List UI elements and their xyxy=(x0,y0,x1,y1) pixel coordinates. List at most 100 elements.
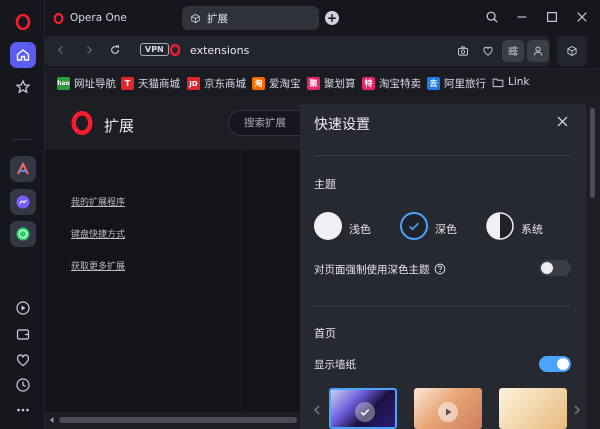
scrollbar-thumb[interactable] xyxy=(590,108,595,198)
reload-icon[interactable] xyxy=(109,44,121,59)
hao-icon: hao xyxy=(57,77,70,90)
nav-keyboard-shortcuts[interactable]: 键盘快捷方式 xyxy=(71,227,125,240)
snapshot-icon[interactable] xyxy=(457,45,469,60)
wallpaper-thumb-2[interactable] xyxy=(414,388,482,429)
player-icon[interactable] xyxy=(10,295,36,321)
bookmark-item[interactable]: Link xyxy=(492,76,530,88)
cube-icon xyxy=(567,45,577,57)
theme-heading: 主题 xyxy=(314,178,336,191)
alitrip-icon: 去 xyxy=(427,77,440,90)
selected-check-icon xyxy=(355,402,375,422)
vertical-scrollbar[interactable] xyxy=(586,96,600,429)
wallpaper-thumb-3[interactable] xyxy=(499,388,567,429)
search-tabs-icon[interactable] xyxy=(485,10,499,27)
checkmark-icon xyxy=(409,222,419,231)
force-dark-label: 对页面强制使用深色主题 xyxy=(314,264,430,276)
play-icon xyxy=(438,402,458,422)
taobao-icon: 淘 xyxy=(252,77,265,90)
bookmark-item[interactable]: hao 网址导航 xyxy=(57,76,116,91)
star-icon[interactable] xyxy=(10,74,36,100)
new-tab-button[interactable]: + xyxy=(325,11,339,25)
page-title: 扩展 xyxy=(104,117,135,135)
bookmark-heart-icon[interactable] xyxy=(482,45,494,60)
bookmark-label: 爱淘宝 xyxy=(269,78,301,90)
extensions-header: 扩展 搜索扩展 xyxy=(45,96,308,150)
url-text[interactable]: extensions xyxy=(190,44,249,57)
bookmark-label: 阿里旅行 xyxy=(444,78,486,90)
folder-icon xyxy=(492,78,504,87)
divider xyxy=(314,155,571,156)
bookmark-label: 网址导航 xyxy=(74,78,116,90)
extensions-button[interactable] xyxy=(557,36,587,66)
wallpaper-label: 显示墙纸 xyxy=(314,359,356,371)
theme-dark-option[interactable] xyxy=(400,212,428,240)
nav-get-more-extensions[interactable]: 获取更多扩展 xyxy=(71,259,125,272)
bookmark-item[interactable]: JD 京东商城 xyxy=(187,76,246,91)
bookmark-label: 聚划算 xyxy=(324,78,356,90)
extensions-nav: 我的扩展程序 键盘快捷方式 获取更多扩展 xyxy=(45,150,240,412)
bookmark-item[interactable]: 去阿里旅行 xyxy=(427,76,486,91)
forward-icon[interactable] xyxy=(83,44,95,59)
temai-icon: 特 xyxy=(362,77,375,90)
quick-settings-panel: 快速设置 主题 浅色 深色 系统 对页面强制使用深色主题 首页 显示墙纸 xyxy=(300,104,586,429)
bookmark-label: 淘宝特卖 xyxy=(379,78,421,90)
bookmark-item[interactable]: T 天猫商城 xyxy=(121,76,180,91)
wallpaper-prev-icon[interactable] xyxy=(313,405,321,418)
search-extensions-input[interactable]: 搜索扩展 xyxy=(228,110,308,136)
tab-opera-one[interactable]: Opera One xyxy=(53,8,178,28)
profile-icon[interactable] xyxy=(527,40,549,62)
aria-icon[interactable] xyxy=(10,156,36,182)
opera-menu-icon[interactable] xyxy=(10,9,36,35)
minimize-icon[interactable] xyxy=(515,10,529,27)
easy-setup-icon[interactable] xyxy=(502,40,524,62)
tab-label: 扩展 xyxy=(207,12,228,25)
scrollbar-thumb[interactable] xyxy=(59,417,297,423)
messenger-icon[interactable] xyxy=(10,189,36,215)
bookmark-item[interactable]: 特淘宝特卖 xyxy=(362,76,421,91)
theme-system-option[interactable] xyxy=(486,212,514,243)
jd-icon: JD xyxy=(187,77,200,90)
heart-icon[interactable] xyxy=(10,347,36,373)
sidebar xyxy=(0,0,45,429)
bookmark-item[interactable]: 聚聚划算 xyxy=(307,76,356,91)
scroll-left-icon[interactable] xyxy=(48,416,56,424)
divider xyxy=(314,306,571,307)
sidebar-divider xyxy=(12,139,34,140)
nav-my-extensions[interactable]: 我的扩展程序 xyxy=(71,195,125,208)
tmall-icon: T xyxy=(121,77,134,90)
tab-label: Opera One xyxy=(70,12,127,24)
tab-extensions[interactable]: 扩展 xyxy=(182,6,319,30)
theme-light-option[interactable] xyxy=(314,212,342,240)
bookmark-label: 天猫商城 xyxy=(138,78,180,90)
more-icon[interactable] xyxy=(10,397,36,423)
maximize-icon[interactable] xyxy=(545,10,559,27)
horizontal-scrollbar[interactable] xyxy=(45,412,300,429)
wallpaper-thumb-1[interactable] xyxy=(329,388,397,429)
tab-bar: Opera One 扩展 + xyxy=(45,0,600,36)
bookmark-item[interactable]: 淘爱淘宝 xyxy=(252,76,301,91)
history-icon[interactable] xyxy=(10,372,36,398)
theme-system-label[interactable]: 系统 xyxy=(521,221,543,237)
theme-dark-label[interactable]: 深色 xyxy=(435,221,457,237)
vpn-badge[interactable]: VPN xyxy=(140,43,169,56)
wallpaper-toggle[interactable] xyxy=(539,356,571,372)
back-icon[interactable] xyxy=(55,44,67,59)
help-icon[interactable] xyxy=(434,263,446,278)
juhuasuan-icon: 聚 xyxy=(307,77,320,90)
address-bar: VPN extensions xyxy=(45,36,600,66)
home-heading: 首页 xyxy=(314,327,336,340)
close-icon[interactable] xyxy=(556,115,569,131)
whatsapp-icon[interactable] xyxy=(10,221,36,247)
home-icon[interactable] xyxy=(10,42,36,68)
force-dark-toggle[interactable] xyxy=(539,260,571,276)
opera-logo-icon xyxy=(70,111,94,138)
bookmark-label: 京东商城 xyxy=(204,78,246,90)
bookmark-label: Link xyxy=(508,76,530,88)
wallet-icon[interactable] xyxy=(10,321,36,347)
close-window-icon[interactable] xyxy=(575,10,589,27)
opera-site-icon xyxy=(169,44,181,59)
extensions-list-area xyxy=(241,150,300,412)
wallpaper-next-icon[interactable] xyxy=(573,405,581,418)
panel-title: 快速设置 xyxy=(314,117,370,133)
theme-light-label[interactable]: 浅色 xyxy=(349,221,371,237)
